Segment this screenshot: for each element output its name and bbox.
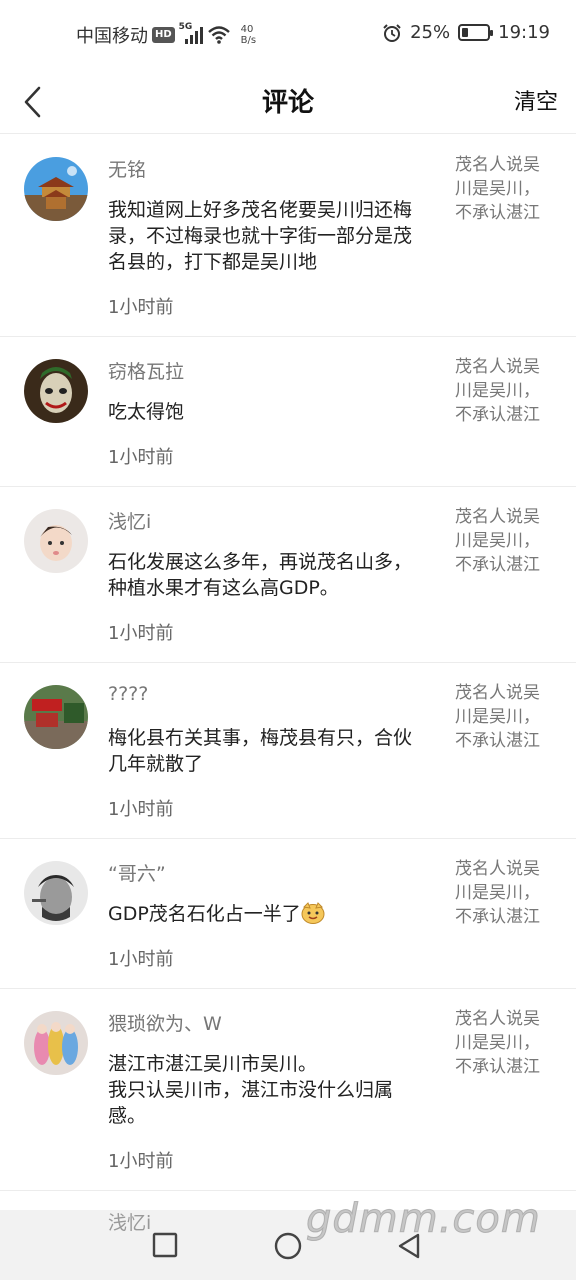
comment-item[interactable]: 窃格瓦拉 吃太得饱 1小时前 茂名人说吴川是吴川，不承认湛江 xyxy=(0,337,576,487)
speed-unit: B/s xyxy=(240,35,257,46)
comment-time: 1小时前 xyxy=(108,447,174,468)
alarm-icon xyxy=(383,23,401,42)
comment-text-content: GDP茂名石化占一半了 xyxy=(108,903,301,925)
avatar[interactable] xyxy=(24,685,88,749)
username[interactable]: 无铭 xyxy=(108,155,146,182)
square-icon xyxy=(152,1232,178,1258)
recent-apps-button[interactable] xyxy=(152,1232,178,1262)
page-title: 评论 xyxy=(261,88,314,118)
comment-item[interactable]: 无铭 我知道网上好多茂名佬要吴川归还梅录，不过梅录也就十字街一部分是茂名县的，打… xyxy=(0,135,576,337)
emoji-face-icon xyxy=(301,902,325,924)
comment-time: 1小时前 xyxy=(108,799,174,820)
signal-icon: 5G xyxy=(179,22,203,44)
home-button[interactable] xyxy=(274,1232,302,1264)
quoted-post[interactable]: 茂名人说吴川是吴川，不承认湛江 xyxy=(455,857,555,929)
status-bar: 中国移动 HD 5G 40 B/s 25% 19:19 xyxy=(0,0,576,70)
comment-time: 1小时前 xyxy=(108,297,174,318)
avatar[interactable] xyxy=(24,1011,88,1075)
comment-item[interactable]: 猥琐欲为、W 湛江市湛江吴川市吴川。 我只认吴川市，湛江市没什么归属感。 1小时… xyxy=(0,989,576,1191)
battery-icon xyxy=(458,24,494,41)
clear-button[interactable]: 清空 xyxy=(514,84,558,116)
comment-item[interactable]: 浅忆i 石化发展这么多年，再说茂名山多，种植水果才有这么高GDP。 1小时前 茂… xyxy=(0,487,576,663)
speed-value: 40 xyxy=(240,24,254,35)
comment-text: 湛江市湛江吴川市吴川。 我只认吴川市，湛江市没什么归属感。 xyxy=(108,1053,394,1127)
avatar[interactable] xyxy=(24,157,88,221)
avatar[interactable] xyxy=(24,509,88,573)
circle-icon xyxy=(274,1232,302,1260)
username[interactable]: 浅忆i xyxy=(108,507,151,534)
wifi-icon xyxy=(207,26,230,44)
hd-badge: HD xyxy=(152,27,175,43)
battery-percent: 25% xyxy=(410,22,451,43)
avatar[interactable] xyxy=(24,359,88,423)
quoted-post[interactable]: 茂名人说吴川是吴川，不承认湛江 xyxy=(455,153,555,225)
quoted-post[interactable]: 茂名人说吴川是吴川，不承认湛江 xyxy=(455,681,555,753)
comment-item[interactable]: “哥六” GDP茂名石化占一半了 1小时前 茂名人说吴川是吴川，不承认湛江 xyxy=(0,839,576,989)
comment-list: 无铭 我知道网上好多茂名佬要吴川归还梅录，不过梅录也就十字街一部分是茂名县的，打… xyxy=(0,135,576,1191)
comment-time: 1小时前 xyxy=(108,1151,174,1172)
comment-text: 我知道网上好多茂名佬要吴川归还梅录，不过梅录也就十字街一部分是茂名县的，打下都是… xyxy=(108,199,413,273)
username[interactable]: ???? xyxy=(108,683,148,705)
watermark-logo: gdmm.com xyxy=(306,1196,541,1243)
comment-item[interactable]: ???? 梅化县冇关其事，梅茂县有只，合伙几年就散了 1小时前 茂名人说吴川是吴… xyxy=(0,663,576,839)
quoted-post[interactable]: 茂名人说吴川是吴川，不承认湛江 xyxy=(455,355,555,427)
comment-time: 1小时前 xyxy=(108,623,174,644)
username[interactable]: “哥六” xyxy=(108,859,166,886)
partial-username: 浅忆i xyxy=(108,1212,152,1234)
nav-bar: 评论 清空 xyxy=(0,70,576,134)
carrier-label: 中国移动 xyxy=(76,26,148,47)
username[interactable]: 猥琐欲为、W xyxy=(108,1009,222,1036)
quoted-post[interactable]: 茂名人说吴川是吴川，不承认湛江 xyxy=(455,1007,555,1079)
comment-text: 梅化县冇关其事，梅茂县有只，合伙几年就散了 xyxy=(108,727,413,775)
quoted-post[interactable]: 茂名人说吴川是吴川，不承认湛江 xyxy=(455,505,555,577)
comment-text: 吃太得饱 xyxy=(108,401,185,423)
avatar[interactable] xyxy=(24,861,88,925)
comment-text: GDP茂名石化占一半了 xyxy=(108,901,418,927)
comment-text: 石化发展这么多年，再说茂名山多，种植水果才有这么高GDP。 xyxy=(108,551,413,599)
clock: 19:19 xyxy=(498,22,550,43)
username[interactable]: 窃格瓦拉 xyxy=(108,357,184,384)
network-speed: 40 B/s xyxy=(241,24,256,46)
comment-time: 1小时前 xyxy=(108,949,174,970)
